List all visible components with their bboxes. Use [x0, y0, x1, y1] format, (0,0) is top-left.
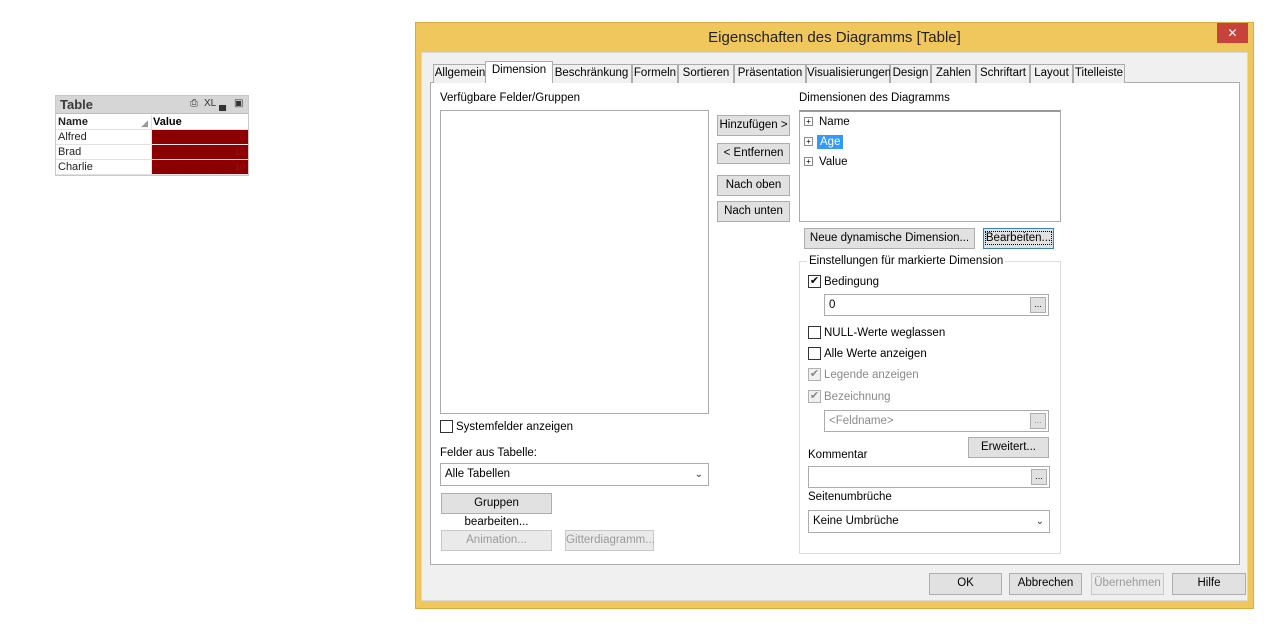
- name-cell[interactable]: Charlie: [57, 160, 152, 175]
- condition-ellipsis-button[interactable]: ...: [1030, 297, 1046, 313]
- dimension-label: Value: [819, 156, 848, 168]
- value-label: 10: [234, 162, 245, 172]
- new-dynamic-dimension-button[interactable]: Neue dynamische Dimension...: [804, 228, 975, 249]
- tab-titelleiste[interactable]: Titelleiste: [1073, 64, 1125, 83]
- tab-sortieren[interactable]: Sortieren: [678, 64, 734, 83]
- page-breaks-label: Seitenumbrüche: [808, 491, 892, 503]
- minimize-icon[interactable]: ▄: [219, 100, 226, 112]
- table-row[interactable]: Charlie 10: [56, 160, 248, 175]
- show-legend-checkbox[interactable]: ✔: [808, 368, 821, 381]
- page-breaks-select[interactable]: Keine Umbrüche ⌄: [808, 510, 1050, 533]
- remove-button[interactable]: < Entfernen: [717, 143, 790, 164]
- move-down-button[interactable]: Nach unten: [717, 201, 790, 222]
- dimension-label: Name: [819, 116, 850, 128]
- tab-schriftart[interactable]: Schriftart: [976, 64, 1030, 83]
- tab-zahlen[interactable]: Zahlen: [931, 64, 976, 83]
- fieldname-input[interactable]: <Feldname> ...: [824, 410, 1049, 432]
- value-bar: [152, 145, 248, 159]
- apply-button[interactable]: Übernehmen: [1091, 573, 1164, 595]
- chevron-down-icon: ⌄: [694, 469, 703, 480]
- value-label: 0: [239, 132, 245, 142]
- ok-button[interactable]: OK: [929, 573, 1002, 595]
- dimension-item-age[interactable]: + Age: [804, 134, 844, 151]
- tab-dimension[interactable]: Dimension: [485, 61, 553, 83]
- chart-dimensions-list[interactable]: + Name + Age + Value: [799, 110, 1061, 222]
- add-button[interactable]: Hinzufügen >: [717, 115, 790, 136]
- chart-dimensions-label: Dimensionen des Diagramms: [799, 92, 950, 104]
- expand-icon[interactable]: +: [804, 117, 813, 126]
- dimension-label: Age: [817, 135, 844, 149]
- dimension-item-value[interactable]: + Value: [804, 154, 850, 171]
- excel-icon[interactable]: XL: [204, 98, 216, 110]
- tab-präsentation[interactable]: Präsentation: [734, 64, 806, 83]
- help-button[interactable]: Hilfe: [1172, 573, 1246, 595]
- chevron-down-icon: ⌄: [1035, 516, 1044, 527]
- suppress-null-checkbox[interactable]: [808, 326, 821, 339]
- tab-allgemein[interactable]: Allgemein: [433, 64, 487, 83]
- comment-label: Kommentar: [808, 449, 868, 461]
- fields-from-table-select[interactable]: Alle Tabellen ⌄: [440, 463, 709, 486]
- condition-checkbox[interactable]: ✔: [808, 275, 821, 288]
- table-object[interactable]: Table ⎙ XL ▄ ▣ Name ◢ Value Alfred 0 Brad 10…: [55, 95, 249, 176]
- table-header-row: Name ◢ Value: [56, 115, 248, 130]
- expand-icon[interactable]: +: [804, 157, 813, 166]
- value-bar: [152, 130, 248, 144]
- value-cell[interactable]: 10: [152, 145, 248, 160]
- tab-design[interactable]: Design: [890, 64, 931, 83]
- dialog-title: Eigenschaften des Diagramms [Table]: [708, 29, 961, 46]
- column-header-value[interactable]: Value: [152, 115, 248, 130]
- tab-panel-dimension: Verfügbare Felder/Gruppen Systemfelder a…: [430, 82, 1240, 565]
- tab-formeln[interactable]: Formeln: [632, 64, 678, 83]
- animation-button[interactable]: Animation...: [441, 530, 552, 551]
- fields-from-table-label: Felder aus Tabelle:: [440, 447, 537, 459]
- edit-dimension-button[interactable]: Bearbeiten...: [983, 228, 1054, 249]
- system-fields-checkbox[interactable]: [440, 420, 453, 433]
- value-cell[interactable]: 10: [152, 160, 248, 175]
- column-header-name[interactable]: Name ◢: [57, 115, 152, 130]
- dimension-settings-label: Einstellungen für markierte Dimension: [807, 255, 1006, 267]
- value-bar: [152, 160, 248, 174]
- comment-input[interactable]: ...: [808, 466, 1050, 488]
- available-fields-label: Verfügbare Felder/Gruppen: [440, 92, 581, 104]
- show-all-values-label: Alle Werte anzeigen: [824, 348, 927, 360]
- label-label: Bezeichnung: [824, 391, 891, 403]
- table-title: Table: [60, 97, 93, 112]
- value-label: 10: [234, 147, 245, 157]
- show-legend-label: Legende anzeigen: [824, 369, 919, 381]
- suppress-null-label: NULL-Werte weglassen: [824, 327, 946, 339]
- trellis-button[interactable]: Gitterdiagramm...: [565, 530, 655, 551]
- value-cell[interactable]: 0: [152, 130, 248, 145]
- comment-ellipsis-button[interactable]: ...: [1031, 469, 1047, 485]
- sort-indicator-icon: ◢: [141, 118, 148, 128]
- tab-layout[interactable]: Layout: [1030, 64, 1073, 83]
- condition-label: Bedingung: [824, 276, 879, 288]
- dimension-item-name[interactable]: + Name: [804, 114, 852, 131]
- properties-dialog: Eigenschaften des Diagramms [Table] ✕ Ve…: [415, 22, 1254, 609]
- name-cell[interactable]: Alfred: [57, 130, 152, 145]
- edit-groups-button[interactable]: Gruppen bearbeiten...: [441, 493, 552, 528]
- tab-visualisierungen[interactable]: Visualisierungen: [806, 64, 891, 83]
- close-button[interactable]: ✕: [1217, 23, 1248, 43]
- label-checkbox[interactable]: ✔: [808, 390, 821, 403]
- available-fields-list[interactable]: [440, 110, 709, 414]
- move-up-button[interactable]: Nach oben: [717, 175, 790, 196]
- condition-input[interactable]: 0 ...: [824, 294, 1049, 316]
- print-icon[interactable]: ⎙: [190, 98, 198, 110]
- maximize-icon[interactable]: ▣: [234, 98, 243, 110]
- table-caption[interactable]: Table ⎙ XL ▄ ▣: [56, 96, 248, 114]
- show-all-values-checkbox[interactable]: [808, 347, 821, 360]
- advanced-button[interactable]: Erweitert...: [968, 437, 1049, 458]
- dialog-client: Verfügbare Felder/Gruppen Systemfelder a…: [421, 52, 1248, 601]
- expand-icon[interactable]: +: [804, 137, 813, 146]
- table-row[interactable]: Alfred 0: [56, 130, 248, 145]
- table-row[interactable]: Brad 10: [56, 145, 248, 160]
- cancel-button[interactable]: Abbrechen: [1009, 573, 1082, 595]
- name-cell[interactable]: Brad: [57, 145, 152, 160]
- system-fields-label: Systemfelder anzeigen: [456, 421, 573, 433]
- tab-beschränkung[interactable]: Beschränkung: [551, 64, 632, 83]
- fieldname-ellipsis-button[interactable]: ...: [1030, 413, 1046, 429]
